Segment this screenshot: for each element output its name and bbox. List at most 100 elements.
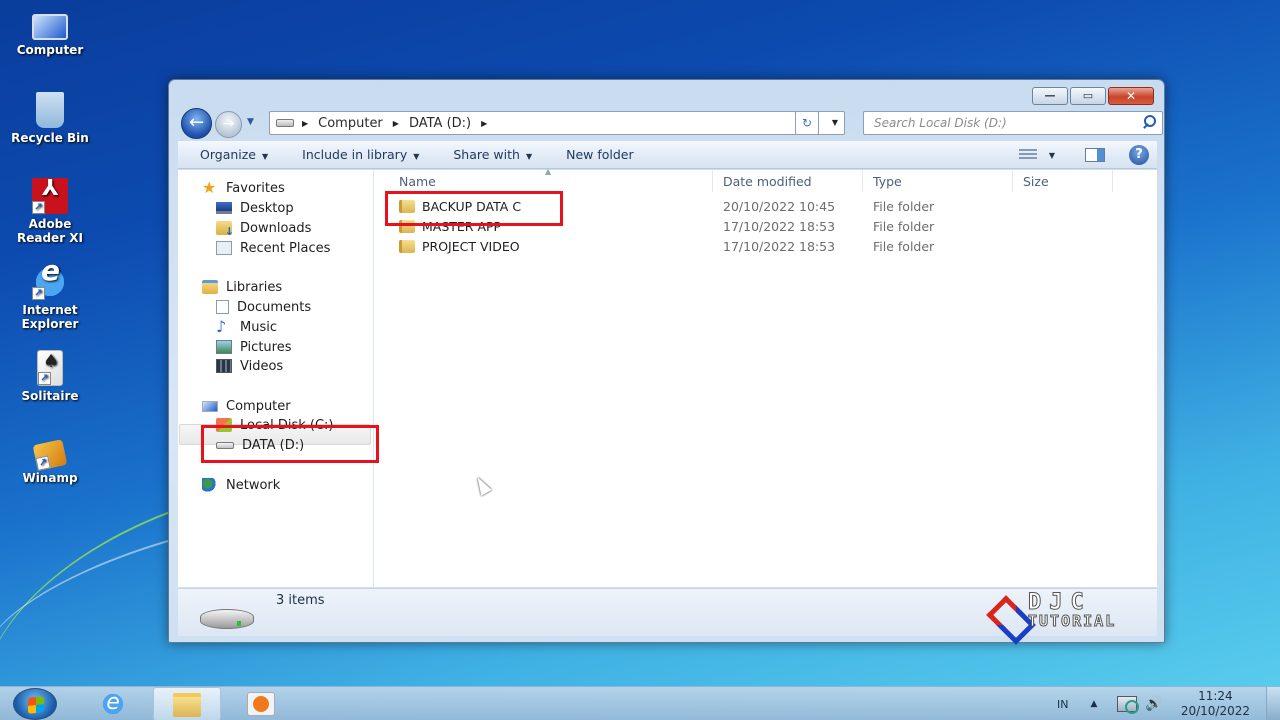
nav-label: Music xyxy=(240,319,277,335)
desktop-icon-winamp[interactable]: ↗ Winamp xyxy=(0,436,100,485)
shortcut-arrow-icon: ↗ xyxy=(35,455,51,471)
explorer-window: — ▭ ✕ ← → ▼ ▶ Computer ▶ DATA (D:) ▶ ▼ ↻… xyxy=(168,79,1165,643)
sort-ascending-icon: ▲ xyxy=(545,167,552,176)
folder-icon xyxy=(399,200,415,213)
language-indicator[interactable]: IN xyxy=(1057,698,1068,711)
clock[interactable]: 11:24 20/10/2022 xyxy=(1181,689,1250,719)
search-input[interactable] xyxy=(874,113,1134,133)
column-header-type[interactable]: Type xyxy=(863,170,1013,192)
search-box xyxy=(863,111,1163,135)
new-folder-button[interactable]: New folder xyxy=(554,147,646,162)
organize-button[interactable]: Organize ▼ xyxy=(188,147,280,162)
toolbar-right-group: ▼ ? xyxy=(1018,141,1157,169)
file-row[interactable]: BACKUP DATA C 20/10/2022 10:45 File fold… xyxy=(375,197,1155,217)
music-note-icon: ♪ xyxy=(216,317,227,336)
breadcrumb-data-d[interactable]: DATA (D:) xyxy=(409,116,471,131)
desktop-icon-computer[interactable]: Computer xyxy=(0,8,100,57)
taskbar-internet-explorer[interactable]: e xyxy=(84,687,142,720)
taskbar-media-player[interactable] xyxy=(232,687,290,720)
folder-icon xyxy=(399,240,415,253)
computer-icon xyxy=(202,400,218,412)
internet-explorer-icon: ↗ xyxy=(32,264,68,300)
nav-favorites[interactable]: ★ Favorites xyxy=(202,178,285,198)
breadcrumb-computer[interactable]: Computer xyxy=(318,116,383,131)
nav-videos[interactable]: Videos xyxy=(216,356,283,376)
nav-data-d[interactable]: DATA (D:) xyxy=(216,435,304,455)
close-icon: ✕ xyxy=(1125,89,1137,103)
column-header-date-modified[interactable]: Date modified xyxy=(713,170,863,192)
new-folder-label: New folder xyxy=(566,147,634,162)
nav-label: Pictures xyxy=(240,339,292,355)
nav-label: Videos xyxy=(240,358,284,374)
breadcrumb-separator-icon[interactable]: ▶ xyxy=(481,119,487,128)
show-hidden-icons-button[interactable]: ▲ xyxy=(1090,699,1097,709)
column-label: Name xyxy=(399,173,436,189)
show-desktop-button[interactable] xyxy=(1266,687,1280,720)
file-row[interactable]: PROJECT VIDEO 17/10/2022 18:53 File fold… xyxy=(375,237,1155,257)
change-view-icon[interactable] xyxy=(1018,149,1037,161)
libraries-icon xyxy=(202,280,218,294)
minimize-icon: — xyxy=(1044,89,1056,102)
search-icon[interactable] xyxy=(1142,114,1156,130)
column-header-name[interactable]: Name ▲ xyxy=(375,167,713,192)
desktop-icon-internet-explorer[interactable]: ↗ Internet Explorer xyxy=(0,264,100,331)
maximize-button[interactable]: ▭ xyxy=(1070,87,1106,105)
network-status-icon[interactable] xyxy=(1117,696,1140,714)
nav-downloads[interactable]: Downloads xyxy=(216,218,311,238)
refresh-icon: ↻ xyxy=(801,116,813,130)
desktop-icon-recycle-bin[interactable]: Recycle Bin xyxy=(0,92,100,145)
file-row[interactable]: MASTER APP 17/10/2022 18:53 File folder xyxy=(375,217,1155,237)
forward-button[interactable]: → xyxy=(215,111,242,138)
breadcrumb-separator-icon[interactable]: ▶ xyxy=(393,119,399,128)
content-area: ★ Favorites Desktop Downloads Recent Plac… xyxy=(178,167,1157,587)
back-button[interactable]: ← xyxy=(181,108,212,139)
nav-local-disk-c[interactable]: Local Disk (C:) xyxy=(216,415,333,435)
minimize-button[interactable]: — xyxy=(1032,87,1068,105)
nav-network[interactable]: Network xyxy=(202,475,280,495)
file-type: File folder xyxy=(873,239,935,254)
nav-documents[interactable]: Documents xyxy=(216,297,311,317)
recent-pages-button[interactable]: ▼ xyxy=(247,117,254,127)
address-bar[interactable]: ▶ Computer ▶ DATA (D:) ▶ ▼ xyxy=(269,111,845,135)
column-label: Type xyxy=(873,173,902,189)
desktop-icon-label: Winamp xyxy=(22,471,78,485)
file-type: File folder xyxy=(873,199,935,214)
preview-pane-icon[interactable] xyxy=(1085,148,1105,162)
nav-label: Desktop xyxy=(240,200,294,216)
desktop-icon xyxy=(216,202,232,214)
start-button[interactable] xyxy=(13,688,57,720)
taskbar-windows-explorer[interactable] xyxy=(153,687,221,720)
nav-recent-places[interactable]: Recent Places xyxy=(216,238,330,258)
desktop-icon-label: Computer xyxy=(16,43,84,57)
breadcrumb-separator-icon[interactable]: ▶ xyxy=(302,119,308,128)
help-icon[interactable]: ? xyxy=(1129,145,1149,165)
close-button[interactable]: ✕ xyxy=(1108,87,1154,105)
maximize-icon: ▭ xyxy=(1082,89,1094,102)
file-type: File folder xyxy=(873,219,935,234)
folder-icon xyxy=(399,220,415,233)
nav-libraries[interactable]: Libraries xyxy=(202,277,282,297)
refresh-button[interactable]: ↻ xyxy=(795,111,819,135)
include-in-library-button[interactable]: Include in library ▼ xyxy=(290,147,431,162)
details-pane: 3 items DJC TUTORIAL xyxy=(178,588,1157,636)
nav-desktop[interactable]: Desktop xyxy=(216,198,294,218)
volume-icon[interactable]: 🔊 xyxy=(1145,696,1162,712)
nav-label: Local Disk (C:) xyxy=(240,417,334,433)
window-controls: — ▭ ✕ xyxy=(1032,87,1154,105)
share-with-label: Share with xyxy=(453,147,520,162)
share-with-button[interactable]: Share with ▼ xyxy=(441,147,544,162)
nav-music[interactable]: ♪ Music xyxy=(216,317,277,337)
star-icon: ★ xyxy=(202,178,217,197)
view-options-dropdown[interactable]: ▼ xyxy=(1049,151,1055,160)
nav-computer[interactable]: Computer xyxy=(202,396,291,416)
column-label: Date modified xyxy=(723,173,812,189)
file-name: BACKUP DATA C xyxy=(422,199,522,214)
nav-pictures[interactable]: Pictures xyxy=(216,337,291,357)
nav-label: Libraries xyxy=(226,279,283,295)
desktop-icon-adobe-reader[interactable]: ↗ Adobe Reader XI xyxy=(0,178,100,245)
column-header-size[interactable]: Size xyxy=(1013,170,1113,192)
desktop-icon-label: Recycle Bin xyxy=(11,131,89,145)
solitaire-icon: ↗ xyxy=(37,350,63,386)
address-dropdown-icon[interactable]: ▼ xyxy=(832,118,838,127)
desktop-icon-solitaire[interactable]: ↗ Solitaire xyxy=(0,350,100,403)
